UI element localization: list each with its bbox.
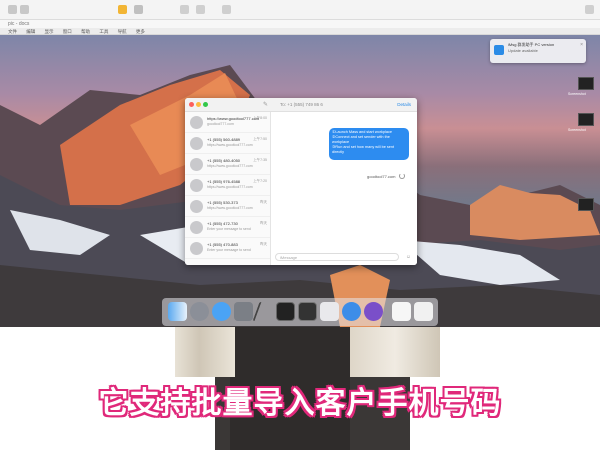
- conversation-preview: https://www.goodtool777.com: [207, 206, 253, 210]
- menu-item[interactable]: 帮助: [81, 28, 90, 35]
- back-icon[interactable]: [8, 5, 17, 14]
- conversation-item[interactable]: +1 (555) 976-4588 上午7:20 https://www.goo…: [185, 175, 270, 196]
- conversation-name: +1 (555) 470-883: [207, 242, 238, 247]
- notification-body: Update available: [508, 48, 538, 53]
- messages-window: ✎ To: +1 (555) 749 86 6 Details https://…: [185, 98, 417, 265]
- messages-icon[interactable]: [212, 302, 231, 321]
- sent-message-bubble: ①Launch Mass and start workplace ②Connec…: [329, 128, 409, 160]
- terminal-icon[interactable]: [276, 302, 295, 321]
- console-icon[interactable]: [298, 302, 317, 321]
- conversation-name: https://www.goodtool777.com: [207, 116, 260, 121]
- desktop-thumbnail[interactable]: [578, 77, 594, 90]
- trash-icon[interactable]: [414, 302, 433, 321]
- document-icon[interactable]: [392, 302, 411, 321]
- messages-titlebar: ✎ To: +1 (555) 749 86 6 Details: [185, 98, 417, 112]
- gear-icon[interactable]: [222, 5, 231, 14]
- conversation-time: 上午8:00: [253, 116, 267, 120]
- conversation-time: 上午7:35: [253, 158, 267, 162]
- conversation-item[interactable]: +1 (555) 560-4889 上午7:50 https://www.goo…: [185, 133, 270, 154]
- bubble-line: directly: [332, 150, 345, 154]
- presenter-shirt: [350, 327, 440, 377]
- grid-icon[interactable]: [180, 5, 189, 14]
- close-window-button[interactable]: [189, 102, 194, 107]
- list-icon[interactable]: [196, 5, 205, 14]
- avatar: [190, 158, 203, 171]
- host-title: pic - docs: [0, 20, 600, 28]
- folder-icon[interactable]: [118, 5, 127, 14]
- conversation-name: +1 (555) 560-4889: [207, 137, 241, 142]
- desktop-thumbnail[interactable]: [578, 113, 594, 126]
- menu-item[interactable]: 工具: [99, 28, 108, 35]
- chat-pane: ①Launch Mass and start workplace ②Connec…: [271, 112, 417, 265]
- conversation-item[interactable]: +1 (555) 470-883 昨天 Enter your message t…: [185, 238, 270, 259]
- conversation-name: +1 (555) 472-730: [207, 221, 238, 226]
- thumbnail-label: Screenshot: [568, 92, 586, 96]
- menu-item[interactable]: 更多: [136, 28, 145, 35]
- conversation-name: +1 (555) 976-4588: [207, 179, 241, 184]
- sent-link[interactable]: goodtool77.com: [367, 174, 395, 179]
- conversation-list: https://www.goodtool777.com 上午8:00 goodt…: [185, 112, 271, 265]
- conversation-preview: https://www.goodtool777.com: [207, 185, 253, 189]
- siri-icon[interactable]: [364, 302, 383, 321]
- presenter-shirt: [175, 327, 235, 377]
- compose-icon[interactable]: ✎: [263, 101, 268, 108]
- thumbnail-label: Screenshot: [568, 128, 586, 132]
- conversation-time: 昨天: [260, 200, 267, 204]
- conversation-item[interactable]: +1 (555) 472-730 昨天 Enter your message t…: [185, 217, 270, 238]
- zoom-window-button[interactable]: [203, 102, 208, 107]
- conversation-preview: Enter your message to send: [207, 248, 251, 252]
- pen-icon[interactable]: [252, 302, 264, 321]
- system-preferences-icon[interactable]: [234, 302, 253, 321]
- dock: [162, 298, 438, 326]
- message-input[interactable]: iMessage: [275, 253, 399, 261]
- search-icon[interactable]: [585, 5, 594, 14]
- script-editor-icon[interactable]: [320, 302, 339, 321]
- menu-item[interactable]: 显示: [45, 28, 54, 35]
- app-icon: [494, 45, 504, 55]
- conversation-item[interactable]: +1 (555) 480-4050 上午7:35 https://www.goo…: [185, 154, 270, 175]
- avatar: [190, 242, 203, 255]
- sending-spinner-icon: [399, 173, 405, 179]
- host-menubar: 文件 编辑 显示 窗口 帮助 工具 导航 更多: [0, 28, 600, 35]
- conversation-preview: https://www.goodtool777.com: [207, 164, 253, 168]
- conversation-item[interactable]: https://www.goodtool777.com 上午8:00 goodt…: [185, 112, 270, 133]
- minimize-window-button[interactable]: [196, 102, 201, 107]
- avatar: [190, 200, 203, 213]
- conversation-time: 上午7:50: [253, 137, 267, 141]
- emoji-icon[interactable]: ☺: [406, 254, 411, 260]
- share-icon[interactable]: [134, 5, 143, 14]
- conversation-preview: https://www.goodtool777.com: [207, 143, 253, 147]
- conversation-time: 昨天: [260, 242, 267, 246]
- conversation-preview: Enter your message to send: [207, 227, 251, 231]
- conversation-time: 上午7:20: [253, 179, 267, 183]
- avatar: [190, 116, 203, 129]
- avatar: [190, 179, 203, 192]
- close-icon[interactable]: ×: [580, 42, 583, 48]
- avatar: [190, 137, 203, 150]
- finder-icon[interactable]: [168, 302, 187, 321]
- conversation-time: 昨天: [260, 221, 267, 225]
- avatar: [190, 221, 203, 234]
- chat-recipient: To: +1 (555) 749 86 6: [280, 102, 323, 107]
- screen: pic - docs 文件 编辑 显示 窗口 帮助 工具 导航 更多 iMsg …: [0, 0, 600, 450]
- video-subtitle: 它支持批量导入客户手机号码: [98, 387, 502, 420]
- host-toolbar: [0, 0, 600, 20]
- conversation-item[interactable]: +1 (555) 530-373 昨天 https://www.goodtool…: [185, 196, 270, 217]
- safari-icon[interactable]: [342, 302, 361, 321]
- desktop-thumbnail[interactable]: [578, 198, 594, 211]
- launchpad-icon[interactable]: [190, 302, 209, 321]
- forward-icon[interactable]: [20, 5, 29, 14]
- menu-item[interactable]: 编辑: [26, 28, 35, 35]
- conversation-preview: goodtool777.com: [207, 122, 234, 126]
- notification-banner[interactable]: iMsg 群发助手 PC version Update available ×: [490, 39, 586, 63]
- details-button[interactable]: Details: [397, 102, 411, 107]
- menu-item[interactable]: 窗口: [63, 28, 72, 35]
- conversation-name: +1 (555) 480-4050: [207, 158, 241, 163]
- menu-item[interactable]: 文件: [8, 28, 17, 35]
- menu-item[interactable]: 导航: [118, 28, 127, 35]
- conversation-name: +1 (555) 530-373: [207, 200, 238, 205]
